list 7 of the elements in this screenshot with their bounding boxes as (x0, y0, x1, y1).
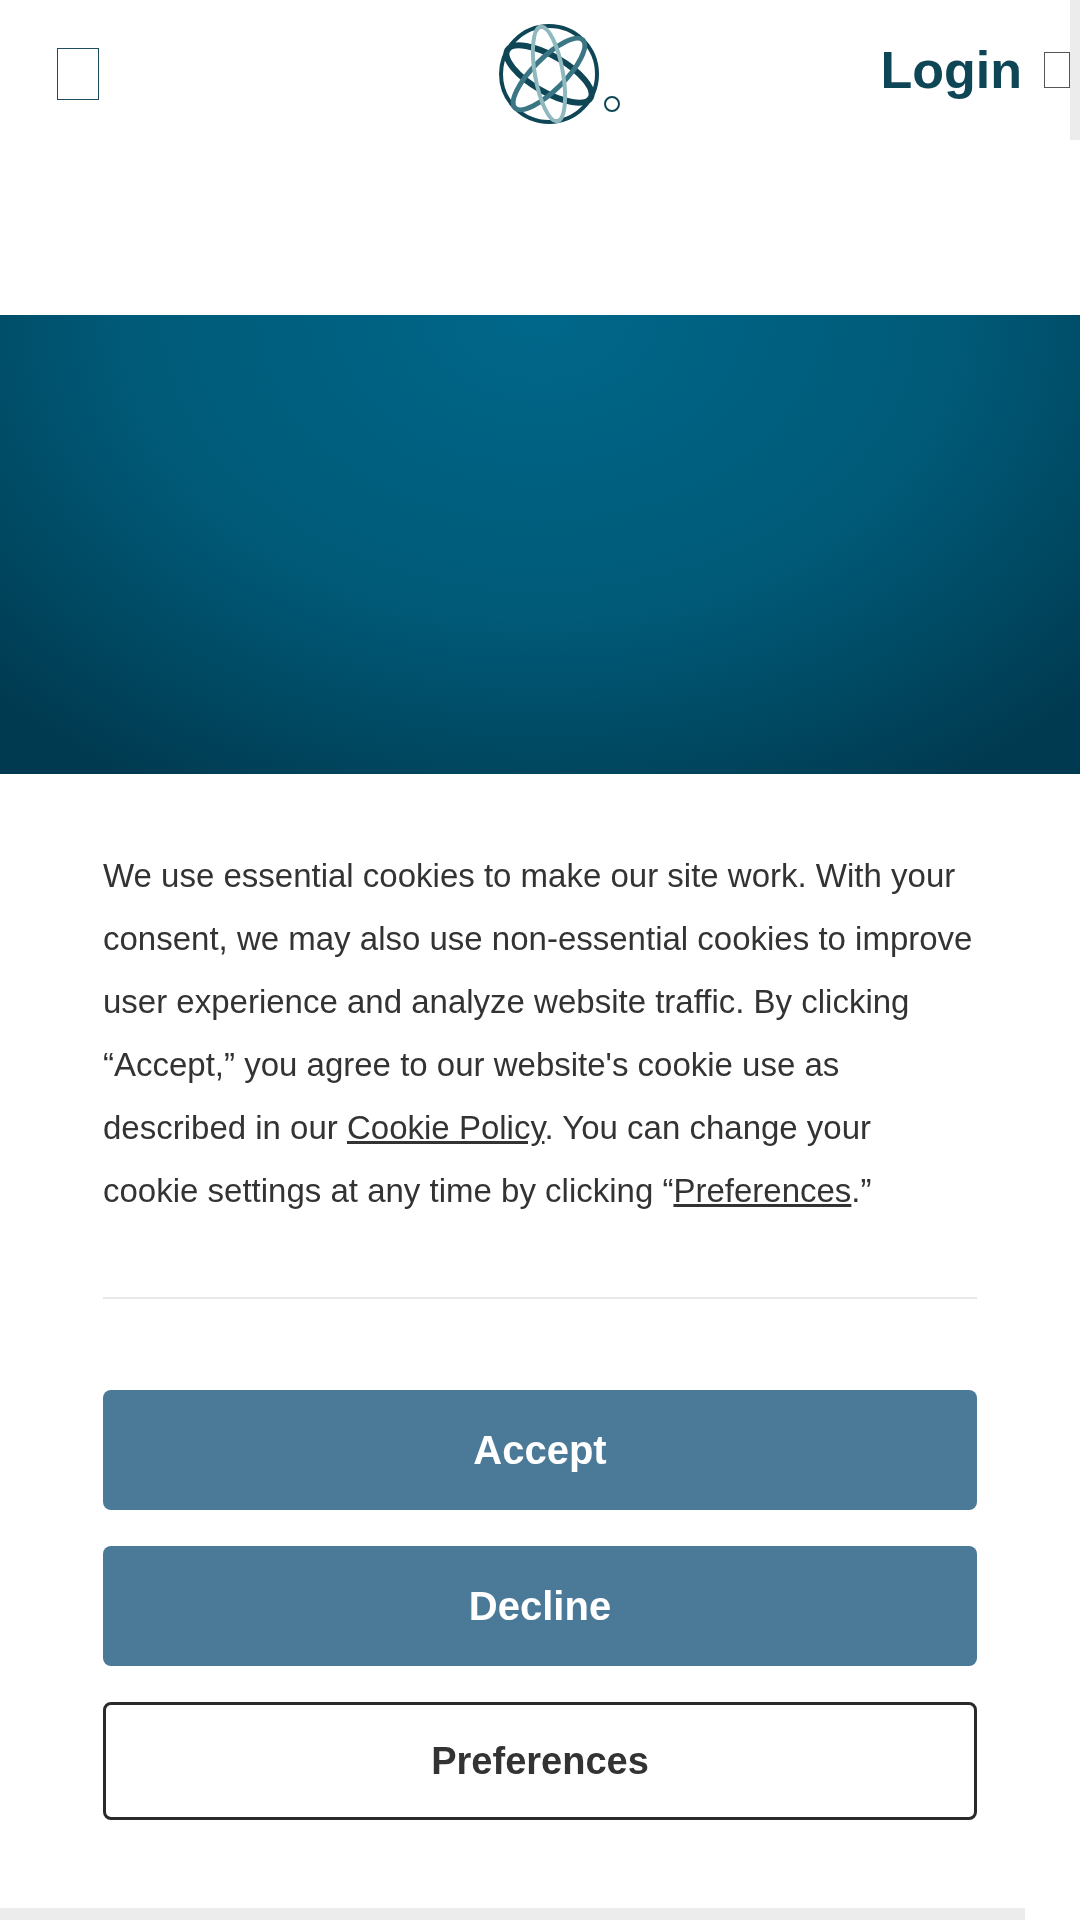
consent-button[interactable]: Preferences (103, 1702, 977, 1820)
policy-link[interactable]: Preferences (673, 1172, 852, 1209)
policy-link[interactable]: Cookie Policy (347, 1109, 545, 1146)
consent-button[interactable]: Accept (103, 1390, 977, 1510)
consent-button[interactable]: Decline (103, 1546, 977, 1666)
scrollbar[interactable] (1070, 0, 1080, 140)
cookie-notice: We use essential cookies to make our site work. With your consent, we may also use non-essential cookies to improve user experience and analyze website traffic. By clicking “Accept,” you agree to our website's cookie use as described in our Cookie Policy. You can change your cookie settings at any time by clicking “Preferences.” (103, 856, 973, 1211)
